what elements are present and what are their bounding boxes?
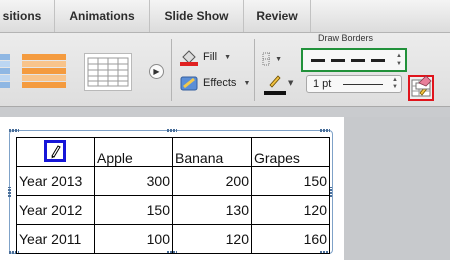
row-label[interactable]: Year 2012 xyxy=(16,195,95,225)
stepper-arrows-icon: ▲ ▼ xyxy=(392,77,398,90)
ribbon-panel: ▶ Fill ▼ Effects ▼ Draw Borders ▼ ▲ ▼ xyxy=(0,33,450,107)
table-cell[interactable] xyxy=(16,137,95,167)
table-cell[interactable]: 150 xyxy=(251,166,330,196)
table-cell[interactable]: 130 xyxy=(172,195,252,225)
borders-icon xyxy=(262,52,271,66)
table-row: Year 2011 100 120 160 xyxy=(16,224,330,254)
separator xyxy=(254,39,255,101)
row-label[interactable]: Year 2013 xyxy=(16,166,95,196)
table-cell[interactable]: 300 xyxy=(94,166,173,196)
data-table[interactable]: Apple Banana Grapes Year 2013 300 200 15… xyxy=(16,137,330,254)
table-cell[interactable]: 120 xyxy=(251,195,330,225)
effects-icon xyxy=(180,76,198,91)
tab-animations[interactable]: Animations xyxy=(54,0,149,32)
effects-label: Effects xyxy=(203,77,237,89)
draw-borders-group-title: Draw Borders xyxy=(318,33,374,43)
dashed-line-preview xyxy=(311,59,391,62)
resize-handle[interactable] xyxy=(320,129,330,132)
gallery-more-arrow-icon[interactable]: ▶ xyxy=(149,64,164,79)
table-header-row: Apple Banana Grapes xyxy=(16,137,330,167)
stepper-arrows-icon: ▲ ▼ xyxy=(396,53,402,67)
table-cell[interactable]: 160 xyxy=(251,224,330,254)
chevron-down-icon: ▼ xyxy=(243,79,251,87)
pen-icon: ▼ xyxy=(264,75,294,95)
table-style-blue[interactable] xyxy=(0,53,12,91)
tab-slide-show[interactable]: Slide Show xyxy=(149,0,243,32)
chevron-down-icon: ▼ xyxy=(275,55,282,63)
table-style-orange[interactable] xyxy=(20,53,68,91)
column-header[interactable]: Banana xyxy=(172,137,252,167)
borders-menu[interactable]: ▼ xyxy=(262,48,282,70)
workspace-background xyxy=(344,117,450,260)
eraser-button[interactable] xyxy=(414,73,432,91)
table-cell[interactable]: 100 xyxy=(94,224,173,254)
row-label[interactable]: Year 2011 xyxy=(16,224,95,254)
effects-button[interactable]: Effects ▼ xyxy=(179,72,250,94)
eraser-icon xyxy=(415,75,432,90)
line-weight-preview xyxy=(343,84,383,85)
resize-handle[interactable] xyxy=(9,129,19,132)
line-weight-value: 1 pt xyxy=(313,78,332,90)
pen-color-button[interactable]: ▼ xyxy=(264,73,294,97)
table-cell[interactable]: 120 xyxy=(172,224,252,254)
ribbon-tab-bar: sitions Animations Slide Show Review xyxy=(0,0,450,33)
line-style-dropdown[interactable]: ▲ ▼ xyxy=(301,48,407,72)
table-cell[interactable]: 200 xyxy=(172,166,252,196)
column-header[interactable]: Grapes xyxy=(251,137,330,167)
tab-blank xyxy=(310,0,450,32)
table-row: Year 2012 150 130 120 xyxy=(16,195,330,225)
resize-handle[interactable] xyxy=(167,129,177,132)
table-row: Year 2013 300 200 150 xyxy=(16,166,330,196)
paint-bucket-icon xyxy=(180,50,198,66)
column-header[interactable]: Apple xyxy=(94,137,173,167)
chevron-down-icon: ▼ xyxy=(224,53,231,61)
fill-label: Fill xyxy=(203,51,218,63)
separator xyxy=(171,39,172,101)
svg-text:▼: ▼ xyxy=(288,79,294,87)
fill-button[interactable]: Fill ▼ xyxy=(179,46,231,68)
pencil-cursor-icon xyxy=(44,140,66,162)
resize-handle[interactable] xyxy=(8,187,11,197)
tab-transitions[interactable]: sitions xyxy=(0,0,50,32)
tab-review[interactable]: Review xyxy=(243,0,310,32)
table-cell[interactable]: 150 xyxy=(94,195,173,225)
line-weight-dropdown[interactable]: 1 pt ▲ ▼ xyxy=(306,75,402,93)
table-style-plain[interactable] xyxy=(84,53,132,91)
